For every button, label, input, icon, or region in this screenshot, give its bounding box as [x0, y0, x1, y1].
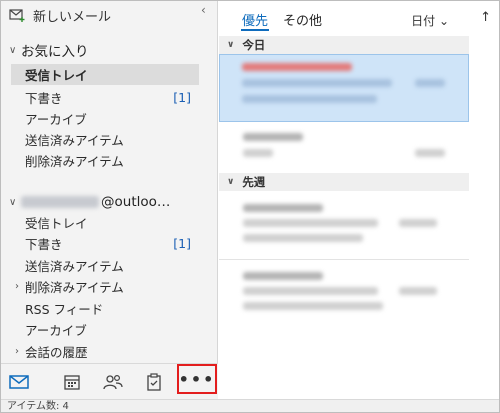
message-sender-redacted — [243, 204, 323, 212]
account-item-sent[interactable]: 送信済みアイテム — [11, 255, 199, 276]
tab-other[interactable]: その他 — [283, 10, 322, 29]
favorites-item-drafts[interactable]: 下書き [1] — [11, 87, 199, 108]
folder-label: 削除済みアイテム — [25, 154, 124, 169]
message-preview-redacted — [242, 95, 377, 103]
sort-by-button[interactable]: 日付 ⌄ — [411, 12, 449, 29]
folder-label: 送信済みアイテム — [25, 259, 124, 274]
message-time-redacted — [415, 79, 445, 87]
inbox-tabs: 優先 その他 日付 ⌄ ↑ — [219, 1, 499, 35]
message-time-redacted — [399, 287, 437, 295]
folder-label: RSS フィード — [25, 302, 104, 317]
folder-label: 送信済みアイテム — [25, 133, 124, 148]
message-sender-redacted — [243, 272, 323, 280]
collapse-pane-icon[interactable]: ‹ — [201, 3, 206, 17]
message-sender-redacted — [243, 133, 303, 141]
chevron-down-icon: ∨ — [9, 196, 17, 208]
chevron-right-icon[interactable]: › — [15, 281, 19, 292]
folder-label: 受信トレイ — [25, 68, 88, 83]
account-name-redacted — [21, 196, 99, 208]
account-item-rss[interactable]: RSS フィード — [11, 298, 199, 319]
message-item[interactable] — [219, 123, 469, 169]
unread-count: [1] — [173, 236, 191, 251]
unread-count: [1] — [173, 90, 191, 105]
account-item-conversation-history[interactable]: › 会話の履歴 — [11, 341, 199, 362]
tasks-nav-button[interactable] — [139, 368, 169, 396]
tasks-icon — [147, 373, 161, 391]
message-subject-redacted — [243, 219, 378, 227]
mail-icon — [9, 375, 29, 389]
message-preview-redacted — [243, 302, 383, 310]
message-subject-redacted — [242, 79, 392, 87]
section-header-last-week[interactable]: ∨ 先週 — [219, 173, 469, 191]
tab-focused[interactable]: 優先 — [242, 10, 268, 29]
mail-nav-button[interactable] — [4, 368, 34, 396]
section-label: 先週 — [242, 175, 266, 189]
account-suffix: @outloo… — [101, 194, 171, 210]
more-icon: ••• — [178, 369, 216, 389]
status-bar: アイテム数: 4 — [1, 399, 499, 412]
favorites-item-inbox[interactable]: 受信トレイ — [11, 64, 199, 85]
favorites-item-sent[interactable]: 送信済みアイテム — [11, 129, 199, 150]
people-nav-button[interactable] — [98, 368, 128, 396]
account-item-inbox[interactable]: 受信トレイ — [11, 212, 199, 233]
folder-label: 下書き — [25, 237, 63, 252]
folder-label: 下書き — [25, 91, 63, 106]
folder-label: 受信トレイ — [25, 216, 88, 231]
account-item-deleted[interactable]: › 削除済みアイテム — [11, 276, 199, 297]
message-item[interactable] — [219, 262, 469, 324]
new-mail-button[interactable]: 新しいメール — [9, 4, 111, 26]
active-tab-indicator — [241, 29, 269, 31]
message-time-redacted — [399, 219, 437, 227]
message-preview-redacted — [243, 149, 273, 157]
calendar-nav-button[interactable] — [57, 368, 87, 396]
message-subject-redacted — [243, 287, 378, 295]
folder-label: アーカイブ — [25, 323, 87, 338]
account-item-drafts[interactable]: 下書き [1] — [11, 233, 199, 254]
favorites-label: お気に入り — [21, 44, 89, 60]
chevron-down-icon: ∨ — [227, 177, 235, 187]
favorites-item-archive[interactable]: アーカイブ — [11, 108, 199, 129]
new-mail-icon — [9, 8, 25, 22]
message-divider — [219, 259, 469, 260]
section-header-today[interactable]: ∨ 今日 — [219, 36, 469, 54]
folder-label: 削除済みアイテム — [25, 280, 124, 295]
favorites-header[interactable]: ∨ お気に入り — [9, 39, 89, 61]
account-item-archive[interactable]: アーカイブ — [11, 319, 199, 340]
account-header[interactable]: ∨ @outloo… — [9, 191, 170, 213]
outlook-window: 新しいメール ‹ ∨ お気に入り 受信トレイ 下書き [1] アーカイブ 送信済… — [0, 0, 500, 413]
section-label: 今日 — [242, 38, 266, 52]
message-list-pane: 優先 その他 日付 ⌄ ↑ ∨ 今日 ∨ 先週 — [219, 1, 499, 399]
chevron-right-icon[interactable]: › — [15, 346, 19, 357]
item-count: アイテム数: 4 — [7, 401, 69, 412]
message-time-redacted — [415, 149, 445, 157]
message-item[interactable] — [219, 194, 469, 256]
message-preview-redacted — [243, 234, 363, 242]
folder-pane: 新しいメール ‹ ∨ お気に入り 受信トレイ 下書き [1] アーカイブ 送信済… — [1, 1, 218, 412]
chevron-down-icon: ∨ — [227, 40, 235, 50]
favorites-item-deleted[interactable]: 削除済みアイテム — [11, 150, 199, 171]
folder-label: 会話の履歴 — [25, 345, 88, 360]
chevron-down-icon: ∨ — [9, 44, 17, 56]
message-sender-redacted — [242, 63, 352, 71]
message-item[interactable] — [219, 54, 469, 122]
new-mail-label: 新しいメール — [33, 9, 112, 25]
more-apps-button[interactable]: ••• — [177, 364, 217, 394]
people-icon — [103, 374, 123, 390]
folder-label: アーカイブ — [25, 112, 87, 127]
calendar-icon — [64, 375, 80, 390]
sort-direction-icon[interactable]: ↑ — [480, 10, 491, 25]
